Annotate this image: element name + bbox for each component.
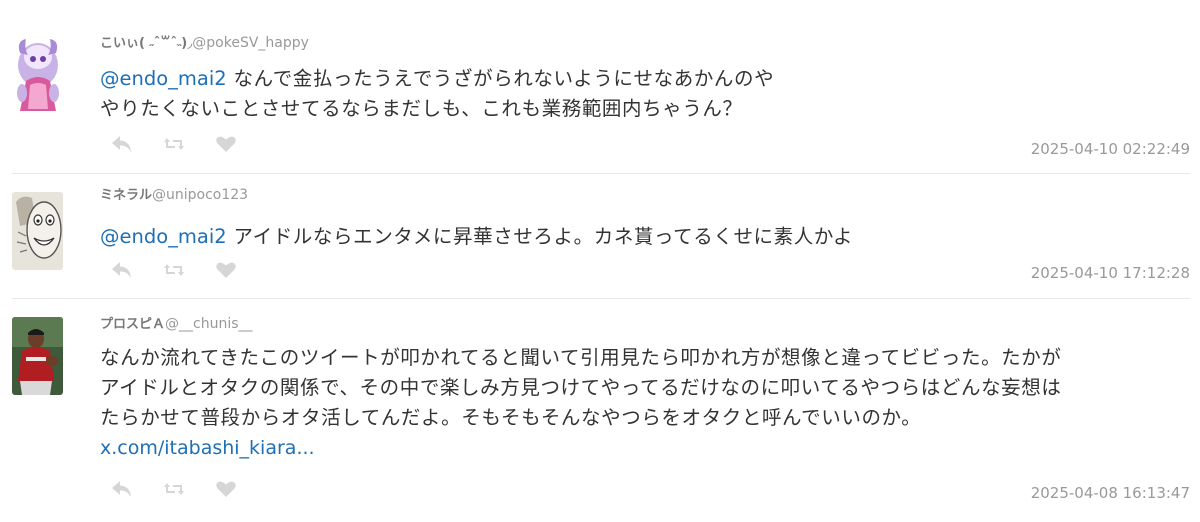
tweet-text: @endo_mai2 アイドルならエンタメに昇華させろよ。カネ貰ってるくせに素人…	[100, 222, 1190, 252]
retweet-button[interactable]	[162, 479, 186, 499]
divider	[12, 298, 1190, 299]
tweet-actions	[110, 260, 238, 280]
heart-icon	[216, 136, 236, 152]
tweet-header: こいぃ( ˶ˆ꒳ˆ˵)◞@pokeSV_happy	[100, 34, 309, 53]
user-handle[interactable]: @pokeSV_happy	[192, 35, 309, 51]
retweet-icon	[164, 264, 184, 276]
tweet-actions	[110, 134, 238, 154]
avatar[interactable]	[12, 317, 63, 395]
reply-button[interactable]	[110, 134, 134, 154]
like-button[interactable]	[214, 479, 238, 499]
tweet-text: なんか流れてきたこのツイートが叩かれてると聞いて引用見たら叩かれ方が想像と違って…	[100, 343, 1190, 463]
retweet-icon	[164, 138, 184, 150]
heart-icon	[216, 262, 236, 278]
avatar-image	[12, 192, 63, 270]
retweet-icon	[164, 483, 184, 495]
tweet-line: やりたくないことさせてるならまだしも、これも業務範囲内ちゃうん？	[100, 97, 743, 120]
reply-arrow-icon	[112, 481, 131, 497]
mention-link[interactable]: @endo_mai2	[100, 225, 227, 248]
tweet-line-text: なんで金払ったうえでうざがられないようにせなあかんのや	[226, 67, 775, 90]
reply-arrow-icon	[112, 262, 131, 278]
tweet-feed: こいぃ( ˶ˆ꒳ˆ˵)◞@pokeSV_happy @endo_mai2 なんで…	[0, 0, 1200, 522]
heart-icon	[216, 481, 236, 497]
reply-button[interactable]	[110, 260, 134, 280]
tweet-item: プロスピＡ@__chunis__ なんか流れてきたこのツイートが叩かれてると聞い…	[0, 305, 1200, 515]
divider	[12, 173, 1190, 174]
avatar[interactable]	[12, 35, 63, 113]
tweet-header: プロスピＡ@__chunis__	[100, 315, 253, 334]
tweet-line: @endo_mai2 なんで金払ったうえでうざがられないようにせなあかんのや	[100, 64, 1190, 94]
tweet-header: ミネラル@unipoco123	[100, 186, 248, 205]
display-name[interactable]: ミネラル	[100, 188, 152, 203]
like-button[interactable]	[214, 134, 238, 154]
user-handle[interactable]: @unipoco123	[152, 187, 248, 203]
tweet-timestamp[interactable]: 2025-04-08 16:13:47	[1031, 484, 1190, 502]
retweet-button[interactable]	[162, 134, 186, 154]
tweet-line: なんか流れてきたこのツイートが叩かれてると聞いて引用見たら叩かれ方が想像と違って…	[100, 346, 1062, 369]
tweet-actions	[110, 479, 238, 499]
reply-arrow-icon	[112, 136, 131, 152]
tweet-line: たらかせて普段からオタ活してんだよ。そもそもそんなやつらをオタクと呼んでいいのか…	[100, 406, 922, 429]
tweet-line: @endo_mai2 アイドルならエンタメに昇華させろよ。カネ貰ってるくせに素人…	[100, 222, 1190, 252]
tweet-line-text: アイドルならエンタメに昇華させろよ。カネ貰ってるくせに素人かよ	[226, 225, 854, 248]
user-handle[interactable]: @__chunis__	[165, 316, 253, 332]
tweet-text: @endo_mai2 なんで金払ったうえでうざがられないようにせなあかんのや や…	[100, 64, 1190, 124]
reply-button[interactable]	[110, 479, 134, 499]
like-button[interactable]	[214, 260, 238, 280]
display-name[interactable]: プロスピＡ	[100, 317, 165, 332]
display-name[interactable]: こいぃ( ˶ˆ꒳ˆ˵)◞	[100, 36, 192, 51]
retweet-button[interactable]	[162, 260, 186, 280]
tweet-item: こいぃ( ˶ˆ꒳ˆ˵)◞@pokeSV_happy @endo_mai2 なんで…	[0, 28, 1200, 173]
avatar-image	[12, 35, 63, 113]
avatar[interactable]	[12, 192, 63, 270]
quoted-tweet-link[interactable]: x.com/itabashi_kiara...	[100, 433, 1190, 463]
tweet-timestamp[interactable]: 2025-04-10 17:12:28	[1031, 264, 1190, 282]
avatar-image	[12, 317, 63, 395]
mention-link[interactable]: @endo_mai2	[100, 67, 227, 90]
tweet-line: アイドルとオタクの関係で、その中で楽しみ方見つけてやってるだけなのに叩いてるやつ…	[100, 376, 1062, 399]
tweet-timestamp[interactable]: 2025-04-10 02:22:49	[1031, 140, 1190, 158]
tweet-item: ミネラル@unipoco123 @endo_mai2 アイドルならエンタメに昇華…	[0, 180, 1200, 297]
